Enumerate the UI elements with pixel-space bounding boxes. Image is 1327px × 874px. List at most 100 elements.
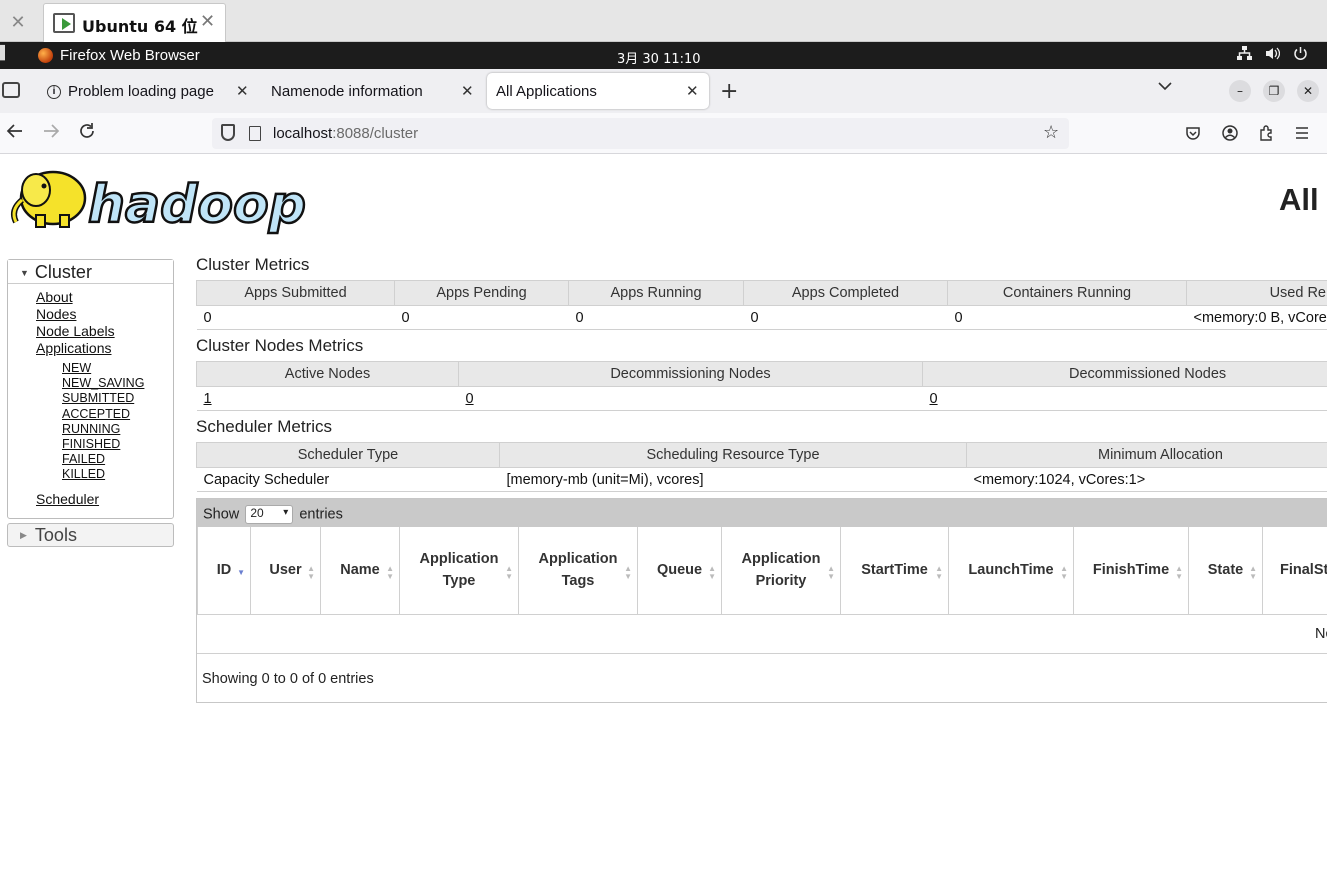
menu-icon[interactable]	[1294, 125, 1310, 141]
sidebar-link-scheduler[interactable]: Scheduler	[36, 491, 173, 508]
close-icon[interactable]: ✕	[200, 11, 215, 32]
navigation-toolbar: localhost:8088/cluster ☆	[0, 113, 1327, 154]
bookmark-star-icon[interactable]: ☆	[1043, 122, 1059, 143]
sort-icon: ▲ ▼	[935, 564, 943, 581]
metric-value: 0	[743, 305, 948, 330]
url-bar[interactable]: localhost:8088/cluster ☆	[212, 118, 1069, 149]
column-header-finishtime[interactable]: FinishTime ▲ ▼	[1073, 527, 1189, 615]
tab-namenode-information[interactable]: Namenode information ✕	[262, 73, 484, 109]
scheduler-value: [memory-mb (unit=Mi), vcores]	[499, 467, 967, 492]
info-icon: i	[47, 85, 61, 99]
state-link-new-saving[interactable]: NEW_SAVING	[62, 376, 173, 391]
volume-icon[interactable]	[1265, 46, 1281, 65]
tab-all-applications[interactable]: All Applications ✕	[487, 73, 709, 109]
column-header-queue[interactable]: Queue ▲ ▼	[637, 527, 722, 615]
metric-value: 0	[947, 305, 1187, 330]
applications-table: ID ▼ User ▲ ▼ Name ▲ ▼ Application Type ▲ ▼ Appl…	[197, 527, 1327, 615]
decommissioned-nodes-link[interactable]: 0	[930, 391, 938, 407]
firefox-view-icon[interactable]	[2, 82, 20, 98]
close-icon[interactable]: ✕	[686, 82, 699, 100]
reload-icon[interactable]	[78, 122, 96, 145]
entries-label: entries	[299, 506, 343, 523]
close-window-icon[interactable]: ✕	[1297, 80, 1319, 102]
column-header-application-type[interactable]: Application Type ▲ ▼	[399, 527, 519, 615]
scheduler-metrics-heading: Scheduler Metrics	[196, 417, 333, 436]
sort-icon: ▲ ▼	[1249, 564, 1257, 581]
column-header-launchtime[interactable]: LaunchTime ▲ ▼	[948, 527, 1074, 615]
state-link-submitted[interactable]: SUBMITTED	[62, 391, 173, 406]
column-header-user[interactable]: User ▲ ▼	[250, 527, 321, 615]
clock[interactable]: 3月 30 11:10	[617, 48, 701, 67]
state-link-running[interactable]: RUNNING	[62, 422, 173, 437]
sort-icon: ▲ ▼	[386, 564, 394, 581]
sort-icon: ▲ ▼	[505, 564, 513, 581]
forward-icon[interactable]	[42, 122, 60, 145]
close-icon[interactable]: ✕	[6, 11, 30, 35]
column-header-starttime[interactable]: StartTime ▲ ▼	[840, 527, 949, 615]
account-icon[interactable]	[1222, 125, 1238, 141]
decommissioning-nodes-link[interactable]: 0	[466, 391, 474, 407]
node-metrics-heading: Cluster Nodes Metrics	[196, 336, 364, 355]
state-link-killed[interactable]: KILLED	[62, 467, 173, 482]
page-icon[interactable]	[249, 126, 261, 141]
vm-tab[interactable]: Ubuntu 64 位 ✕	[43, 3, 226, 42]
page-size-select[interactable]: 20 ▾	[245, 505, 294, 524]
sort-icon: ▲ ▼	[827, 564, 835, 581]
column-header: Active Nodes	[196, 361, 459, 387]
column-header: Used Re	[1186, 280, 1327, 306]
column-header-application-tags[interactable]: Application Tags ▲ ▼	[518, 527, 638, 615]
pocket-icon[interactable]	[1185, 125, 1201, 141]
column-header-name[interactable]: Name ▲ ▼	[320, 527, 400, 615]
page-title: All	[1279, 182, 1319, 217]
state-link-failed[interactable]: FAILED	[62, 452, 173, 467]
column-header: Apps Pending	[394, 280, 569, 306]
back-icon[interactable]	[6, 122, 24, 145]
sort-icon: ▲ ▼	[1060, 564, 1068, 581]
network-icon[interactable]	[1237, 46, 1252, 65]
system-top-bar: ▌ Firefox Web Browser 3月 30 11:10	[0, 42, 1327, 69]
column-header: Decommissioning Nodes	[458, 361, 923, 387]
state-link-finished[interactable]: FINISHED	[62, 437, 173, 452]
column-header-state[interactable]: State ▲ ▼	[1188, 527, 1263, 615]
sidebar-link-nodes[interactable]: Nodes	[36, 306, 173, 323]
tools-heading[interactable]: ▶ Tools	[7, 522, 174, 547]
tab-problem-loading[interactable]: i Problem loading page ✕	[37, 73, 259, 109]
power-icon[interactable]	[1293, 46, 1308, 65]
column-header-application-priority[interactable]: Application Priority ▲ ▼	[721, 527, 841, 615]
column-header-finalstatus[interactable]: FinalSt	[1262, 527, 1327, 615]
sort-icon: ▲ ▼	[624, 564, 632, 581]
sidebar-link-applications[interactable]: Applications	[36, 340, 173, 357]
page-content: hadoop All ▼ Cluster About Nodes Node Lab…	[0, 155, 1327, 874]
triangle-down-icon: ▼	[20, 268, 29, 279]
column-header: Apps Submitted	[196, 280, 395, 306]
column-header: Minimum Allocation	[966, 442, 1327, 468]
app-menu[interactable]: Firefox Web Browser	[60, 47, 200, 64]
sort-icon: ▲ ▼	[708, 564, 716, 581]
close-icon[interactable]: ✕	[461, 82, 474, 100]
active-nodes-link[interactable]: 1	[204, 391, 212, 407]
column-header: Apps Running	[568, 280, 744, 306]
chevron-down-icon[interactable]	[1158, 79, 1172, 95]
sidebar-link-node-labels[interactable]: Node Labels	[36, 323, 173, 340]
sort-icon: ▲ ▼	[307, 564, 315, 581]
tab-label: All Applications	[496, 83, 597, 100]
cluster-metrics-table: Apps Submitted Apps Pending Apps Running…	[196, 280, 1327, 330]
vm-tab-title: Ubuntu 64 位	[82, 17, 198, 36]
url-text[interactable]: localhost:8088/cluster	[273, 125, 418, 142]
state-link-accepted[interactable]: ACCEPTED	[62, 407, 173, 422]
column-header-id[interactable]: ID ▼	[197, 527, 251, 615]
column-header: Containers Running	[947, 280, 1187, 306]
cluster-heading[interactable]: ▼ Cluster	[8, 260, 173, 284]
state-link-new[interactable]: NEW	[62, 361, 173, 376]
new-tab-icon[interactable]: +	[720, 79, 738, 104]
sidebar-link-about[interactable]: About	[36, 289, 173, 306]
chevron-down-icon: ▾	[283, 507, 289, 518]
minimize-icon[interactable]: –	[1229, 80, 1251, 102]
close-icon[interactable]: ✕	[236, 82, 249, 100]
shield-icon[interactable]	[221, 124, 235, 141]
column-header: Decommissioned Nodes	[922, 361, 1327, 387]
activities-button[interactable]: ▌	[0, 46, 10, 61]
restore-icon[interactable]: ❐	[1263, 80, 1285, 102]
cluster-metrics-heading: Cluster Metrics	[196, 255, 310, 274]
extensions-icon[interactable]	[1258, 125, 1274, 141]
